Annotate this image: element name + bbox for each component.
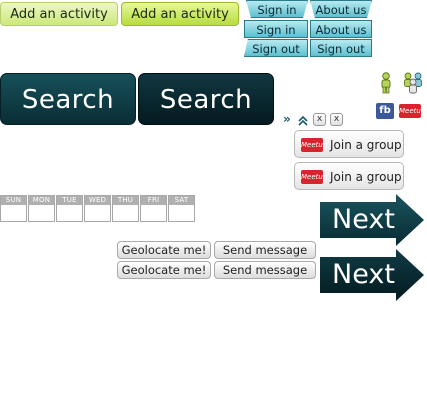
join-group-label: Join a group — [330, 170, 402, 184]
calendar-day-sun[interactable]: SUN — [0, 195, 27, 222]
calendar-day-wed[interactable]: WED — [84, 195, 111, 222]
day-label: FRI — [141, 196, 166, 205]
calendar-day-fri[interactable]: FRI — [140, 195, 167, 222]
sign-out-button-alt[interactable]: Sign out — [310, 39, 372, 57]
calendar-day-sat[interactable]: SAT — [168, 195, 195, 222]
meetup-icon: Meetup — [301, 138, 327, 152]
close-icon-alt[interactable]: x — [330, 113, 343, 126]
day-label: SUN — [1, 196, 26, 205]
geolocate-button[interactable]: Geolocate me! — [117, 241, 211, 259]
calendar-day-mon[interactable]: MON — [28, 195, 55, 222]
add-activity-button[interactable]: Add an activity — [0, 2, 118, 26]
day-label: SAT — [169, 196, 194, 205]
join-group-label: Join a group — [330, 138, 402, 152]
sign-out-button[interactable]: Sign out — [244, 39, 308, 57]
about-us-button[interactable]: About us — [310, 20, 372, 38]
join-group-button[interactable]: Meetup Join a group — [294, 130, 404, 158]
join-group-button-hover[interactable]: Meetup Join a group — [294, 162, 404, 190]
day-label: WED — [85, 196, 110, 205]
day-label: TUE — [57, 196, 82, 205]
next-label: Next — [332, 259, 395, 290]
double-chevron-right-icon[interactable]: » — [283, 113, 295, 125]
sign-in-tab[interactable]: Sign in — [246, 0, 308, 18]
sign-in-button[interactable]: Sign in — [244, 20, 308, 38]
calendar-day-thu[interactable]: THU — [112, 195, 139, 222]
add-activity-button-highlighted[interactable]: Add an activity — [121, 2, 239, 26]
send-message-button[interactable]: Send message — [214, 241, 316, 259]
geolocate-button-pressed[interactable]: Geolocate me! — [117, 261, 211, 279]
meetup-icon: Meetup — [301, 170, 327, 184]
next-button[interactable]: Next — [320, 194, 425, 246]
meetup-icon[interactable]: Meetup — [399, 104, 425, 118]
next-button-pressed[interactable]: Next — [320, 249, 425, 301]
search-button[interactable]: Search — [0, 73, 136, 125]
next-label: Next — [332, 204, 395, 235]
calendar-day-tue[interactable]: TUE — [56, 195, 83, 222]
group-icon[interactable] — [401, 71, 425, 95]
day-label: THU — [113, 196, 138, 205]
double-chevron-up-icon[interactable] — [297, 112, 309, 126]
person-icon[interactable] — [378, 72, 394, 94]
search-button-pressed[interactable]: Search — [138, 73, 274, 125]
day-label: MON — [29, 196, 54, 205]
facebook-icon[interactable]: fb — [376, 103, 394, 119]
close-icon[interactable]: x — [313, 113, 326, 126]
about-us-tab[interactable]: About us — [310, 0, 372, 18]
send-message-button-pressed[interactable]: Send message — [214, 261, 316, 279]
